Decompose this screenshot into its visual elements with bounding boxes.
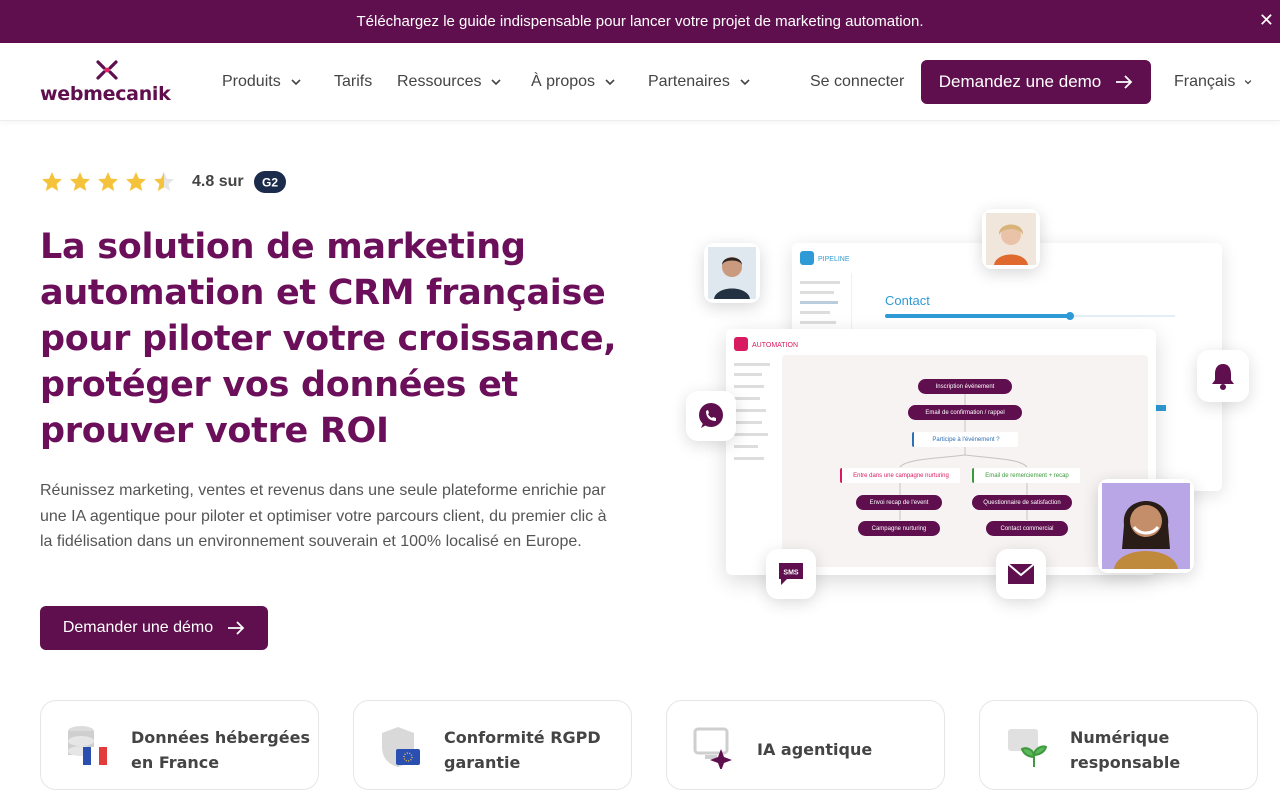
arrow-right-icon <box>228 621 245 635</box>
sms-card: SMS <box>766 549 816 599</box>
flow-node: Contact commercial <box>986 521 1068 536</box>
avatar <box>1098 479 1194 573</box>
logo-text: webmecanik <box>40 83 171 105</box>
feature-title: IA agentique <box>757 740 873 759</box>
email-card <box>996 549 1046 599</box>
chevron-down-icon <box>1245 80 1252 85</box>
main-navigation: webmecanik Produits Tarifs Ressources À … <box>0 43 1280 121</box>
feature-card: Numérique responsable <box>979 700 1258 790</box>
star-icon <box>98 172 118 191</box>
flow-branch-node: Entre dans une campagne nurturing <box>840 468 960 483</box>
demo-cta-label: Demander une démo <box>62 619 214 636</box>
flow-node: Questionnaire de satisfaction <box>972 495 1072 510</box>
hero-description: Réunissez marketing, ventes et revenus d… <box>40 482 607 550</box>
bell-icon <box>1212 364 1234 390</box>
person-avatar-icon <box>1102 483 1190 569</box>
demo-cta-button[interactable]: Demander une démo <box>40 606 268 650</box>
sms-label: SMS <box>783 570 799 577</box>
announcement-banner[interactable]: Téléchargez le guide indispensable pour … <box>0 0 1280 43</box>
automation-brand: AUTOMATION <box>752 342 799 349</box>
g2-logo-icon: G2 <box>253 171 286 193</box>
rating: 4.8 sur G2 <box>40 170 286 194</box>
nav-a-propos[interactable]: À propos <box>531 73 617 91</box>
star-icon <box>126 172 146 191</box>
chevron-down-icon <box>605 79 615 86</box>
hero-title: La solution de marketing automation et C… <box>40 227 617 451</box>
nav-produits-label: Produits <box>222 73 281 90</box>
logo[interactable]: webmecanik <box>40 59 180 107</box>
banner-text[interactable]: Téléchargez le guide indispensable pour … <box>356 13 923 30</box>
request-demo-label: Demandez une demo <box>938 72 1102 91</box>
person-avatar-icon <box>708 247 756 299</box>
nav-ressources[interactable]: Ressources <box>397 73 503 91</box>
nav-ressources-label: Ressources <box>397 73 482 90</box>
half-star-icon <box>154 172 174 191</box>
close-icon[interactable]: ✕ <box>1259 10 1274 31</box>
pipeline-progress-dot <box>1066 312 1074 320</box>
flow-node: Envoi recap de l'event <box>856 495 942 510</box>
automation-sidebar <box>726 359 780 575</box>
avatar <box>982 209 1040 269</box>
flow-node: Campagne nurturing <box>858 521 940 536</box>
star-icon <box>70 172 90 191</box>
eco-screen-icon <box>1008 729 1048 767</box>
g2-badge-text: G2 <box>262 176 278 190</box>
email-icon <box>1007 563 1035 584</box>
language-selector[interactable]: Français <box>1174 73 1253 91</box>
automation-screen: AUTOMATION Inscription événement Email d… <box>726 329 1156 575</box>
login-link[interactable]: Se connecter <box>810 73 904 91</box>
person-avatar-icon <box>986 213 1036 265</box>
star-icon <box>42 172 62 191</box>
notification-card <box>1197 350 1249 402</box>
chevron-down-icon <box>740 79 750 86</box>
nav-partenaires-label: Partenaires <box>648 73 730 90</box>
pipeline-app-icon <box>800 251 814 265</box>
chevron-down-icon <box>491 79 502 86</box>
login-label: Se connecter <box>810 73 905 90</box>
ai-sparkle-icon <box>693 727 732 769</box>
language-label: Français <box>1174 73 1236 90</box>
flow-decision-node: Participe à l'événement ? <box>912 432 1018 447</box>
nav-tarifs[interactable]: Tarifs <box>334 73 372 91</box>
nav-a-propos-label: À propos <box>531 73 596 90</box>
nav-produits[interactable]: Produits <box>222 73 303 91</box>
feature-card: Conformité RGPD garantie <box>353 700 632 790</box>
whatsapp-icon <box>699 403 723 428</box>
chevron-down-icon <box>291 79 301 86</box>
sms-icon: SMS <box>779 563 803 585</box>
pipeline-progress <box>885 314 1069 318</box>
whatsapp-card <box>686 391 736 441</box>
request-demo-button[interactable]: Demandez une demo <box>921 60 1151 104</box>
shield-eu-icon <box>382 727 420 767</box>
flow-node: Email de confirmation / rappel <box>908 405 1022 420</box>
automation-app-icon <box>734 337 748 351</box>
flow-node: Inscription événement <box>918 379 1012 394</box>
workflow-canvas: Inscription événement Email de confirmat… <box>782 355 1148 567</box>
pipeline-heading: Contact <box>885 293 930 308</box>
nav-tarifs-label: Tarifs <box>334 73 373 90</box>
pipeline-brand: PIPELINE <box>818 256 850 263</box>
logo-mark-icon <box>96 60 118 80</box>
flow-branch-node: Email de remerciement + recap <box>972 468 1080 483</box>
feature-card: IA agentique <box>666 700 945 790</box>
nav-partenaires[interactable]: Partenaires <box>648 73 752 91</box>
rating-text: 4.8 sur <box>192 173 244 190</box>
arrow-right-icon <box>1116 75 1133 89</box>
server-france-icon <box>68 726 107 765</box>
product-illustration: PIPELINE Contact AUTOMATION Inscription … <box>680 205 1260 625</box>
feature-card: Données hébergées en France <box>40 700 319 790</box>
avatar <box>704 243 760 303</box>
